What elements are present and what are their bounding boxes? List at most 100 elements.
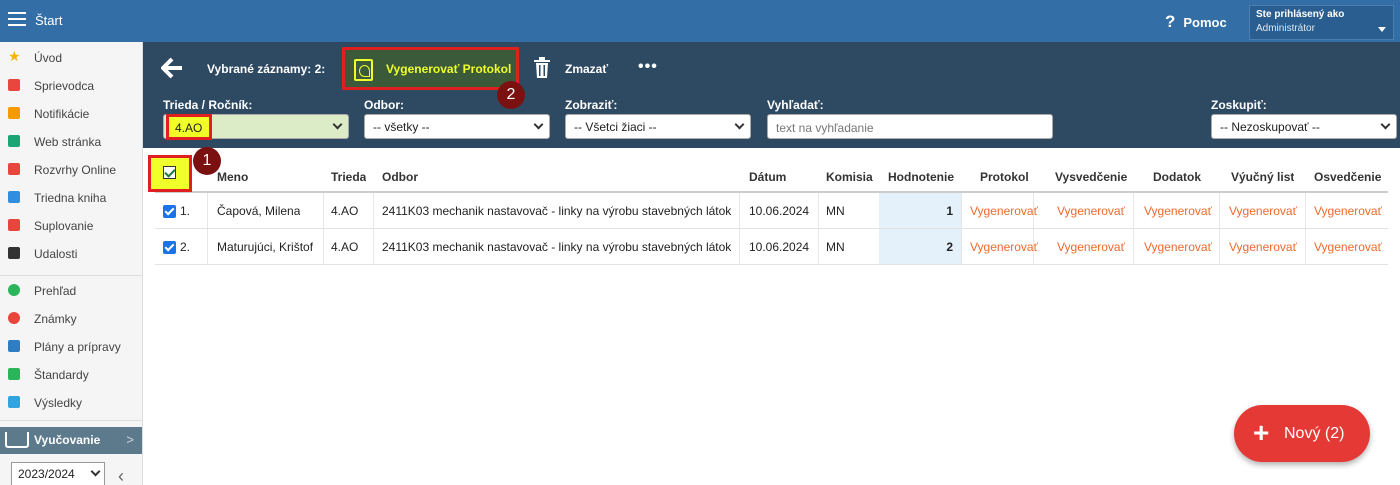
user-dropdown[interactable]: Ste prihlásený ako Administrátor bbox=[1249, 5, 1394, 40]
sidebar-item-label: Sprievodca bbox=[34, 79, 95, 93]
search-input[interactable]: text na vyhľadanie bbox=[767, 114, 1053, 139]
sidebar-item[interactable]: Sprievodca bbox=[0, 72, 142, 98]
sidebar-item[interactable]: Známky bbox=[0, 305, 142, 331]
column-divider bbox=[207, 229, 208, 264]
group-filter-label: Zoskupiť: bbox=[1211, 98, 1267, 112]
col-header-grade[interactable]: Hodnotenie bbox=[888, 160, 954, 191]
app-title[interactable]: Štart bbox=[35, 13, 62, 28]
home-icon bbox=[8, 135, 20, 147]
col-header-protocol[interactable]: Protokol bbox=[980, 160, 1029, 191]
generate-protocol-button[interactable]: Vygenerovať Protokol bbox=[342, 47, 519, 90]
sidebar-section-vyucovanie[interactable]: Vyučovanie > bbox=[0, 427, 142, 454]
generate-apprentice-link[interactable]: Vygenerovať bbox=[1229, 193, 1297, 228]
row-select-cell[interactable]: 1. bbox=[163, 193, 190, 228]
chevron-down-icon bbox=[533, 119, 544, 130]
table-header: Meno Trieda Odbor Dátum Komisia Hodnoten… bbox=[148, 155, 1388, 193]
wand-icon bbox=[8, 79, 20, 91]
collapse-sidebar-icon[interactable]: ‹ bbox=[118, 466, 124, 485]
column-divider bbox=[739, 229, 740, 264]
generate-protocol-link[interactable]: Vygenerovať bbox=[970, 229, 1038, 264]
sidebar-item[interactable]: Štandardy bbox=[0, 361, 142, 387]
new-record-button[interactable]: + Nový (2) bbox=[1234, 405, 1370, 462]
show-filter-select[interactable]: -- Všetci žiaci -- bbox=[565, 114, 751, 139]
records-table: Meno Trieda Odbor Dátum Komisia Hodnoten… bbox=[148, 155, 1388, 265]
back-arrow-icon[interactable] bbox=[161, 57, 183, 79]
sidebar-item[interactable]: Plány a prípravy bbox=[0, 333, 142, 359]
group-filter-select[interactable]: -- Nezoskupovať -- bbox=[1211, 114, 1397, 139]
sidebar-item[interactable]: Prehľad bbox=[0, 277, 142, 303]
sidebar-item[interactable]: Suplovanie bbox=[0, 212, 142, 238]
sidebar-item[interactable]: Rozvrhy Online bbox=[0, 156, 142, 182]
col-header-board[interactable]: Komisia bbox=[826, 160, 873, 191]
sidebar-item[interactable]: ★ Úvod bbox=[0, 44, 142, 70]
sidebar-item[interactable]: Notifikácie bbox=[0, 100, 142, 126]
user-swap-icon bbox=[8, 219, 20, 231]
generate-attestation-link[interactable]: Vygenerovať bbox=[1314, 229, 1382, 264]
sidebar-item-label: Známky bbox=[34, 312, 77, 326]
sidebar-item-label: Rozvrhy Online bbox=[34, 163, 117, 177]
cell-grade: 1 bbox=[879, 193, 961, 228]
generate-addendum-link[interactable]: Vygenerovať bbox=[1144, 229, 1212, 264]
star-icon: ★ bbox=[8, 48, 21, 64]
cell-grade: 2 bbox=[879, 229, 961, 264]
col-header-certificate[interactable]: Vysvedčenie bbox=[1055, 160, 1127, 191]
row-checkbox[interactable] bbox=[163, 241, 176, 255]
sidebar-item[interactable]: Triedna kniha bbox=[0, 184, 142, 210]
sidebar-item-label: Notifikácie bbox=[34, 107, 90, 121]
column-divider bbox=[739, 193, 740, 228]
generate-apprentice-link[interactable]: Vygenerovať bbox=[1229, 229, 1297, 264]
col-header-field[interactable]: Odbor bbox=[382, 160, 418, 191]
cell-class: 4.AO bbox=[331, 204, 359, 218]
generate-certificate-link[interactable]: Vygenerovať bbox=[1057, 229, 1125, 264]
help-button[interactable]: ? Pomoc bbox=[1165, 12, 1227, 32]
filter-bar: Trieda / Ročník: 4.AO Odbor: -- všetky -… bbox=[143, 94, 1400, 148]
col-header-class[interactable]: Trieda bbox=[331, 160, 366, 191]
sidebar-item-label: Web stránka bbox=[34, 135, 102, 149]
search-label: Vyhľadať: bbox=[767, 98, 824, 112]
show-filter-label: Zobraziť: bbox=[565, 98, 618, 112]
column-divider bbox=[1133, 193, 1134, 228]
generate-protocol-link[interactable]: Vygenerovať bbox=[970, 193, 1038, 228]
generate-addendum-link[interactable]: Vygenerovať bbox=[1144, 193, 1212, 228]
chevron-down-icon bbox=[90, 466, 101, 477]
sidebar-item-label: Úvod bbox=[34, 51, 63, 65]
hamburger-menu-icon[interactable] bbox=[8, 12, 26, 26]
trash-icon[interactable] bbox=[533, 57, 551, 79]
generate-attestation-link[interactable]: Vygenerovať bbox=[1314, 193, 1382, 228]
action-bar: Vybrané záznamy: 2: Vygenerovať Protokol… bbox=[143, 42, 1400, 94]
row-checkbox[interactable] bbox=[163, 205, 176, 219]
chevron-down-icon bbox=[734, 119, 745, 130]
column-divider bbox=[373, 229, 374, 264]
column-divider bbox=[207, 193, 208, 228]
sidebar-item[interactable]: Web stránka bbox=[0, 128, 142, 154]
sidebar-item[interactable]: Udalosti bbox=[0, 240, 142, 266]
class-filter-select[interactable]: 4.AO bbox=[163, 114, 349, 140]
table-row[interactable]: 1. Čapová, Milena 4.AO 2411K03 mechanik nas… bbox=[155, 193, 1388, 229]
column-divider bbox=[1219, 193, 1220, 228]
plus-icon: + bbox=[1253, 417, 1270, 448]
school-year-value: 2023/2024 bbox=[18, 467, 75, 481]
delete-button[interactable]: Zmazať bbox=[565, 62, 608, 76]
sidebar-divider bbox=[0, 420, 142, 421]
col-header-date[interactable]: Dátum bbox=[749, 160, 786, 191]
more-options-icon[interactable]: ••• bbox=[638, 58, 658, 76]
col-header-addendum[interactable]: Dodatok bbox=[1153, 160, 1201, 191]
sidebar-item[interactable]: Výsledky bbox=[0, 389, 142, 415]
chevron-right-icon: > bbox=[126, 432, 134, 447]
col-header-name[interactable]: Meno bbox=[217, 160, 248, 191]
column-divider bbox=[961, 193, 962, 228]
col-header-apprentice[interactable]: Výučný list bbox=[1231, 160, 1294, 191]
col-header-attestation[interactable]: Osvedčenie bbox=[1314, 160, 1381, 191]
select-all-checkbox[interactable] bbox=[148, 155, 192, 192]
table-row[interactable]: 2. Maturujúci, Krištof 4.AO 2411K03 mechani… bbox=[155, 229, 1388, 265]
school-year-select[interactable]: 2023/2024 bbox=[11, 462, 105, 485]
row-select-cell[interactable]: 2. bbox=[163, 229, 190, 264]
column-divider bbox=[818, 229, 819, 264]
grade-icon bbox=[8, 312, 20, 324]
top-bar: Štart ? Pomoc Ste prihlásený ako Administ… bbox=[0, 0, 1400, 42]
field-filter-select[interactable]: -- všetky -- bbox=[364, 114, 550, 139]
column-divider bbox=[323, 229, 324, 264]
cell-date: 10.06.2024 bbox=[749, 204, 810, 218]
pdf-icon bbox=[354, 59, 373, 81]
generate-certificate-link[interactable]: Vygenerovať bbox=[1057, 193, 1125, 228]
